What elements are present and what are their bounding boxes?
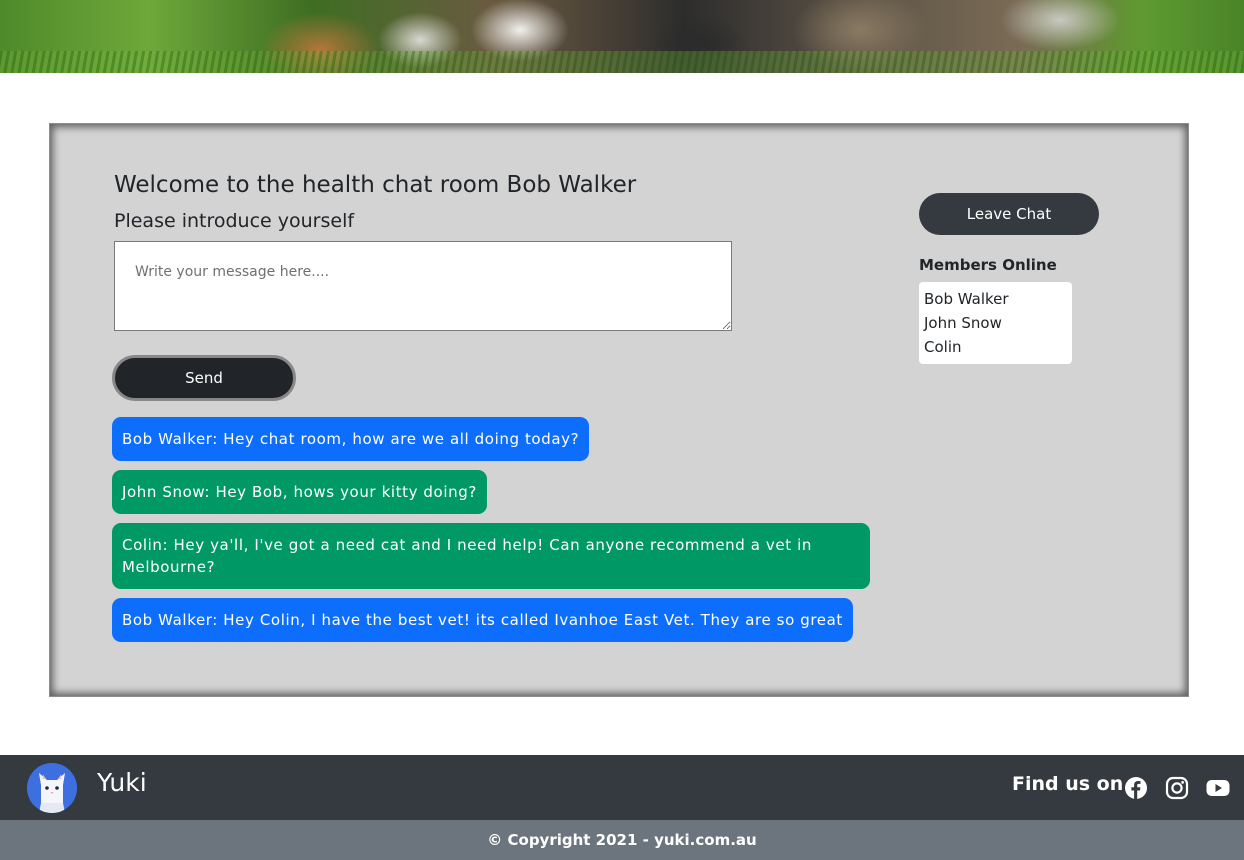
members-online-list: Bob Walker John Snow Colin [919, 282, 1072, 364]
chat-message: John Snow: Hey Bob, hows your kitty doin… [112, 470, 487, 514]
members-online-title: Members Online [919, 256, 1057, 274]
copyright-text: © Copyright 2021 - yuki.com.au [487, 831, 757, 849]
youtube-icon[interactable] [1206, 776, 1230, 800]
send-button[interactable]: Send [112, 355, 296, 401]
header-banner-image [0, 0, 1244, 73]
facebook-icon[interactable] [1124, 776, 1148, 800]
message-row: Bob Walker: Hey Colin, I have the best v… [112, 598, 872, 651]
find-us-label: Find us on [1012, 773, 1124, 795]
brand-name[interactable]: Yuki [97, 768, 147, 797]
yuki-cat-avatar[interactable] [27, 763, 77, 813]
chat-message: Bob Walker: Hey Colin, I have the best v… [112, 598, 853, 642]
message-list: Bob Walker: Hey chat room, how are we al… [112, 417, 872, 651]
message-row: John Snow: Hey Bob, hows your kitty doin… [112, 470, 872, 523]
message-row: Colin: Hey ya'll, I've got a need cat an… [112, 523, 872, 598]
message-input[interactable] [114, 241, 732, 331]
chat-panel: Welcome to the health chat room Bob Walk… [49, 123, 1189, 697]
banner-grass [0, 51, 1244, 73]
chat-title: Welcome to the health chat room Bob Walk… [114, 172, 637, 198]
message-row: Bob Walker: Hey chat room, how are we al… [112, 417, 872, 470]
copyright-bar: © Copyright 2021 - yuki.com.au [0, 820, 1244, 860]
chat-message: Colin: Hey ya'll, I've got a need cat an… [112, 523, 870, 589]
footer: Yuki Find us on [0, 755, 1244, 820]
cat-logo-icon [27, 763, 77, 813]
chat-message: Bob Walker: Hey chat room, how are we al… [112, 417, 590, 461]
instagram-icon[interactable] [1165, 776, 1189, 800]
member-item: Colin [924, 338, 962, 356]
member-item: John Snow [924, 314, 1002, 332]
chat-subtitle: Please introduce yourself [114, 210, 355, 232]
leave-chat-button[interactable]: Leave Chat [919, 193, 1099, 235]
member-item: Bob Walker [924, 290, 1009, 308]
